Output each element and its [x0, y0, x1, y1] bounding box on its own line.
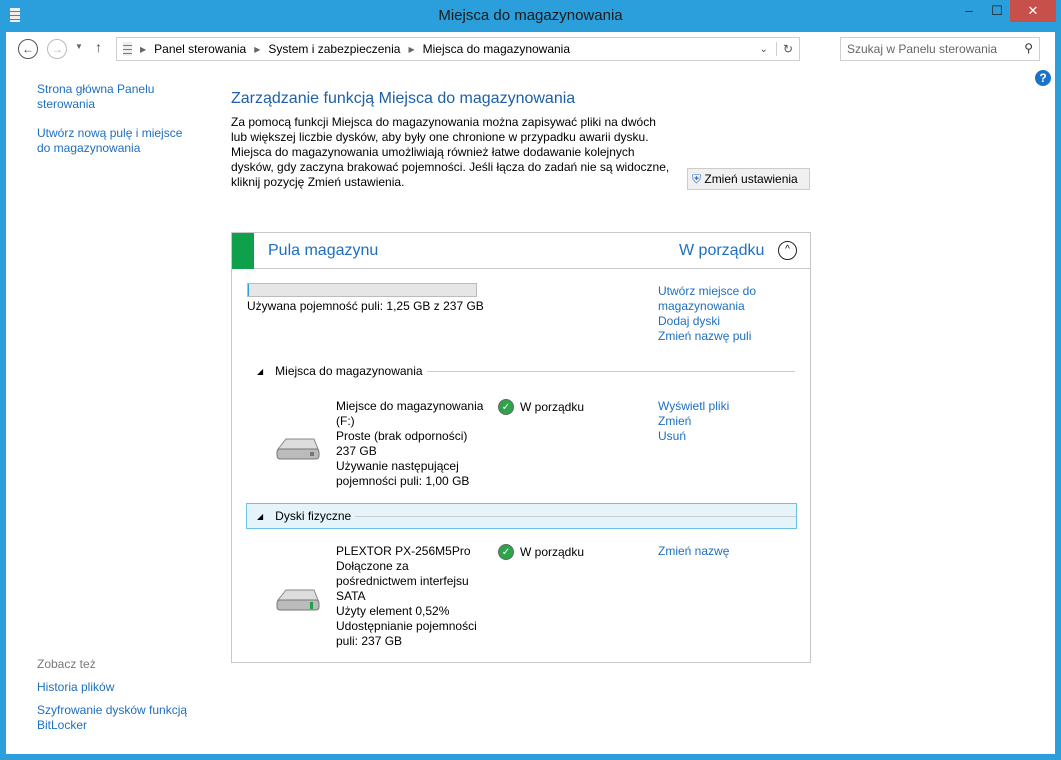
space-resiliency: Proste (brak odporności): [336, 429, 468, 443]
space-pool-usage: Używanie następującej pojemności puli: 1…: [336, 459, 470, 488]
page-description: Za pomocą funkcji Miejsca do magazynowan…: [231, 115, 670, 189]
breadcrumb-item[interactable]: System i zabezpieczenia: [268, 42, 400, 56]
close-button[interactable]: ✕: [1010, 0, 1056, 22]
pool-header: Pula magazynu W porządku ^: [232, 233, 810, 269]
space-status: ✓ W porządku: [498, 399, 584, 415]
pool-usage-bar: [247, 283, 477, 297]
minimize-button[interactable]: –: [956, 0, 982, 22]
section-title: Dyski fizyczne: [275, 509, 352, 523]
status-text: W porządku: [520, 545, 585, 559]
pool-usage-fill: [248, 284, 250, 296]
chevron-down-icon[interactable]: ⌄: [760, 44, 768, 55]
change-settings-label: Zmień ustawienia: [704, 172, 798, 186]
disk-info: PLEXTOR PX-256M5Pro Dołączone za pośredn…: [336, 544, 481, 649]
chevron-right-icon: ▶: [408, 44, 415, 54]
expand-triangle-icon: ◢: [257, 511, 264, 521]
storage-pool-panel: Pula magazynu W porządku ^ Używana pojem…: [231, 232, 811, 663]
change-settings-button[interactable]: ⛨ Zmień ustawienia: [687, 168, 810, 190]
check-icon: ✓: [498, 544, 514, 560]
pool-status: W porządku: [679, 242, 765, 259]
section-title: Miejsca do magazynowania: [275, 364, 423, 378]
page-title: Zarządzanie funkcją Miejsca do magazynow…: [231, 90, 576, 107]
chevron-right-icon: ▶: [140, 44, 147, 54]
pool-status-bar: [232, 233, 254, 269]
help-icon[interactable]: ?: [1035, 70, 1051, 86]
maximize-button[interactable]: ☐: [984, 0, 1010, 22]
space-capacity: 237 GB: [336, 444, 377, 458]
add-drives-link[interactable]: Dodaj dyski: [658, 314, 798, 329]
disk-actions: Zmień nazwę: [658, 544, 729, 559]
space-info: Miejsce do magazynowania (F:) Proste (br…: [336, 399, 496, 489]
sidebar: Strona główna Panelu sterowania Utwórz n…: [37, 82, 197, 170]
status-text: W porządku: [520, 400, 585, 414]
see-also-label: Zobacz też: [37, 657, 96, 671]
expand-triangle-icon: ◢: [257, 366, 264, 376]
address-bar[interactable]: ▶ Panel sterowania ▶ System i zabezpiecz…: [116, 37, 800, 61]
change-space-link[interactable]: Zmień: [658, 414, 729, 429]
collapse-icon[interactable]: ^: [778, 241, 797, 260]
pool-actions: Utwórz miejsce do magazynowania Dodaj dy…: [658, 284, 798, 344]
see-also-link-file-history[interactable]: Historia plików: [37, 680, 202, 695]
storage-icon: [123, 42, 132, 56]
disks-section-header[interactable]: ◢ Dyski fizyczne: [246, 503, 797, 529]
disk-pool-capacity: Udostępnianie pojemności puli: 237 GB: [336, 619, 477, 648]
see-also: Zobacz też Historia plików Szyfrowanie d…: [37, 657, 202, 733]
see-also-link-bitlocker[interactable]: Szyfrowanie dysków funkcją BitLocker: [37, 703, 202, 733]
sidebar-link-home[interactable]: Strona główna Panelu sterowania: [37, 82, 197, 112]
navigation-bar: ← → ▼ ↑ ▶ Panel sterowania ▶ System i za…: [6, 32, 1055, 66]
breadcrumb-item[interactable]: Panel sterowania: [154, 42, 246, 56]
delete-space-link[interactable]: Usuń: [658, 429, 729, 444]
forward-icon[interactable]: →: [47, 39, 67, 59]
search-placeholder: Szukaj w Panelu sterowania: [847, 42, 998, 56]
disk-connection: Dołączone za pośrednictwem interfejsu SA…: [336, 559, 469, 603]
rename-disk-link[interactable]: Zmień nazwę: [658, 544, 729, 559]
pool-name: Pula magazynu: [268, 242, 379, 259]
breadcrumb-item[interactable]: Miejsca do magazynowania: [423, 42, 570, 56]
view-files-link[interactable]: Wyświetl pliki: [658, 399, 729, 414]
spaces-section-header[interactable]: ◢ Miejsca do magazynowania: [247, 360, 795, 382]
drive-icon: [274, 435, 320, 465]
pool-usage-text: Używana pojemność puli: 1,25 GB z 237 GB: [247, 299, 484, 313]
disk-status: ✓ W porządku: [498, 544, 584, 560]
shield-icon: ⛨: [692, 172, 702, 186]
sidebar-link-create-pool[interactable]: Utwórz nową pulę i miejsce do magazynowa…: [37, 126, 197, 156]
window-client: ← → ▼ ↑ ▶ Panel sterowania ▶ System i za…: [6, 32, 1055, 754]
title-bar: Miejsca do magazynowania – ☐ ✕: [0, 0, 1061, 32]
create-space-link[interactable]: Utwórz miejsce do magazynowania: [658, 284, 798, 314]
check-icon: ✓: [498, 399, 514, 415]
drive-icon: [274, 586, 320, 616]
chevron-right-icon: ▶: [254, 44, 261, 54]
space-name: Miejsce do magazynowania (F:): [336, 399, 484, 428]
search-icon[interactable]: ⚲: [1024, 41, 1033, 55]
disk-usage: Użyty element 0,52%: [336, 604, 450, 618]
window-title: Miejsca do magazynowania: [438, 7, 623, 24]
disk-name: PLEXTOR PX-256M5Pro: [336, 544, 471, 558]
up-icon[interactable]: ↑: [95, 39, 102, 55]
recent-dropdown-icon[interactable]: ▼: [75, 42, 83, 51]
refresh-icon[interactable]: ↻: [775, 42, 799, 56]
space-actions: Wyświetl pliki Zmień Usuń: [658, 399, 729, 444]
back-icon[interactable]: ←: [18, 39, 38, 59]
search-input[interactable]: Szukaj w Panelu sterowania ⚲: [840, 37, 1040, 61]
rename-pool-link[interactable]: Zmień nazwę puli: [658, 329, 798, 344]
